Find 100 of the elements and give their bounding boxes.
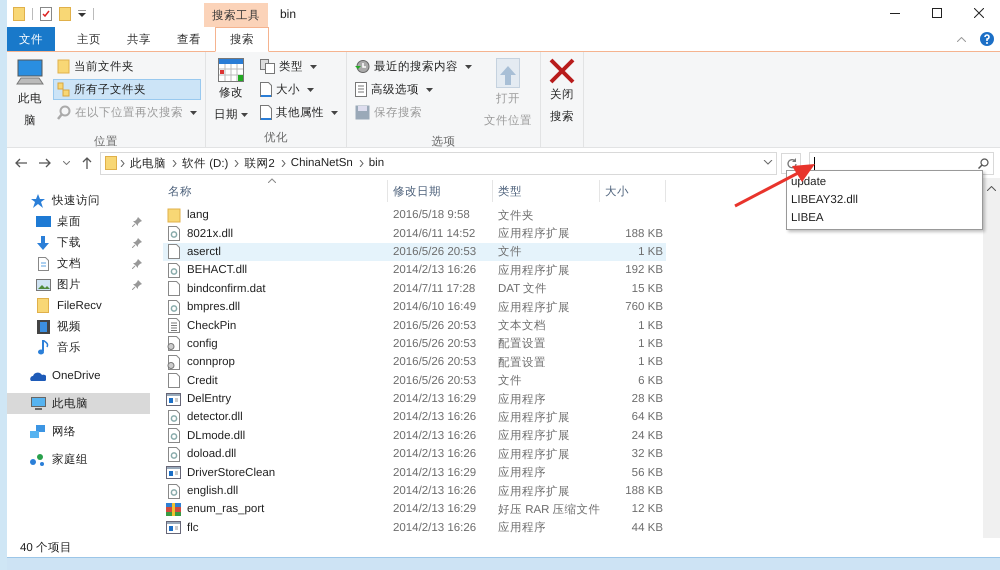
- pin-icon[interactable]: [132, 258, 142, 268]
- file-row[interactable]: BEHACT.dll 2014/2/13 16:26 应用程序扩展 192 KB: [163, 261, 666, 280]
- ribbon-button[interactable]: 修改 日期: [210, 56, 252, 130]
- file-row[interactable]: DelEntry 2014/2/13 16:29 应用程序 28 KB: [163, 390, 666, 408]
- file-row[interactable]: 8021x.dll 2014/6/11 14:52 应用程序扩展 188 KB: [163, 224, 666, 243]
- file-size: 15 KB: [632, 282, 663, 295]
- desktop-icon: [36, 216, 50, 227]
- customize-dropdown-icon[interactable]: [78, 10, 86, 17]
- file-name: DelEntry: [187, 393, 232, 406]
- ribbon-tab[interactable]: 主页: [65, 27, 113, 51]
- collapse-ribbon-icon[interactable]: [957, 36, 966, 42]
- folder-icon: [13, 6, 25, 20]
- pin-icon[interactable]: [132, 280, 142, 290]
- context-tab-label: 搜索工具: [212, 8, 260, 22]
- scrollbar[interactable]: [983, 178, 1000, 538]
- suggestion-item[interactable]: LIBEA: [787, 209, 982, 227]
- file-row[interactable]: connprop 2016/5/26 20:53 配置设置 1 KB: [163, 353, 666, 372]
- nav-item[interactable]: FileRecv: [7, 295, 150, 316]
- up-arrow-icon[interactable]: [82, 157, 92, 169]
- scroll-up-icon[interactable]: [987, 186, 996, 191]
- chevron-down-icon[interactable]: [63, 161, 70, 165]
- file-type: 应用程序扩展: [498, 264, 570, 277]
- ribbon-button[interactable]: 此电 脑: [11, 56, 49, 134]
- back-arrow-icon[interactable]: [15, 158, 27, 168]
- file-size: 28 KB: [632, 393, 663, 406]
- folders-icon: [57, 82, 70, 97]
- file-row[interactable]: flc 2014/2/13 16:26 应用程序 44 KB: [163, 518, 666, 538]
- file-row[interactable]: DLmode.dll 2014/2/13 16:26 应用程序扩展 24 KB: [163, 426, 666, 446]
- ribbon-tab[interactable]: 搜索: [215, 27, 269, 52]
- file-name: DLmode.dll: [187, 430, 246, 442]
- pin-icon[interactable]: [132, 238, 142, 248]
- file-row[interactable]: CheckPin 2016/5/26 20:53 文本文档 1 KB: [163, 316, 666, 335]
- file-row[interactable]: Credit 2016/5/26 20:53 文件 6 KB: [163, 372, 666, 390]
- gear-document-icon: [168, 484, 180, 499]
- ribbon-button[interactable]: 高级选项: [351, 79, 476, 100]
- file-size: 56 KB: [632, 466, 663, 479]
- window-title: bin: [280, 6, 296, 20]
- download-icon: [36, 236, 50, 250]
- file-row[interactable]: enum_ras_port 2014/2/13 16:29 好压 RAR 压缩文件 12 KB: [163, 500, 666, 519]
- breadcrumb[interactable]: ChinaNetSn: [288, 157, 356, 169]
- help-icon[interactable]: [980, 32, 994, 46]
- nav-item[interactable]: OneDrive: [7, 365, 150, 386]
- modified-date: 2014/2/13 16:26: [393, 448, 476, 460]
- column-header[interactable]: 修改日期: [393, 184, 441, 198]
- ribbon-tab[interactable]: 共享: [115, 27, 163, 51]
- address-bar[interactable]: 此电脑 软件 (D:) 联网2 ChinaNetSn bin: [100, 152, 777, 174]
- file-type: 应用程序扩展: [498, 448, 570, 461]
- nav-item[interactable]: 音乐: [7, 337, 150, 358]
- nav-item[interactable]: 文档: [7, 253, 150, 274]
- nav-item[interactable]: 桌面: [7, 211, 150, 232]
- ribbon-tab[interactable]: 文件: [7, 27, 55, 51]
- ribbon-button[interactable]: 其他属性: [256, 102, 342, 123]
- column-header[interactable]: 名称: [168, 184, 192, 198]
- nav-item[interactable]: 下载: [7, 232, 150, 253]
- ribbon-button[interactable]: 最近的搜索内容: [351, 56, 476, 77]
- ribbon-button[interactable]: 关闭 搜索: [545, 56, 579, 130]
- pin-icon[interactable]: [132, 216, 142, 226]
- file-row[interactable]: config 2016/5/26 20:53 配置设置 1 KB: [163, 334, 666, 354]
- maximize-icon[interactable]: [932, 8, 942, 18]
- file-row[interactable]: bindconfirm.dat 2014/7/11 17:28 DAT 文件 15 KB: [163, 280, 666, 298]
- file-type: 应用程序: [498, 522, 546, 534]
- ribbon-button[interactable]: 类型: [256, 56, 342, 77]
- file-name: connprop: [187, 356, 235, 368]
- ribbon-tab[interactable]: 查看: [165, 27, 213, 51]
- column-header[interactable]: 类型: [498, 184, 522, 198]
- forward-arrow-icon[interactable]: [39, 158, 51, 168]
- nav-item[interactable]: 网络: [7, 421, 150, 442]
- breadcrumb[interactable]: bin: [366, 157, 388, 169]
- breadcrumb[interactable]: 联网2: [241, 156, 278, 170]
- film-icon: [36, 320, 50, 334]
- file-size: 1 KB: [638, 338, 663, 350]
- file-row[interactable]: detector.dll 2014/2/13 16:26 应用程序扩展 64 KB: [163, 408, 666, 427]
- file-type: 应用程序扩展: [498, 412, 570, 424]
- file-row[interactable]: english.dll 2014/2/13 16:26 应用程序扩展 188 KB: [163, 482, 666, 500]
- nav-item[interactable]: 快速访问: [7, 190, 150, 211]
- breadcrumb[interactable]: 软件 (D:): [179, 156, 232, 170]
- file-size: 24 KB: [632, 430, 663, 442]
- document-icon: [168, 281, 180, 296]
- file-row[interactable]: doload.dll 2014/2/13 16:26 应用程序扩展 32 KB: [163, 445, 666, 464]
- file-row[interactable]: aserctl 2016/5/26 20:53 文件 1 KB: [163, 242, 666, 262]
- file-name: bindconfirm.dat: [187, 282, 266, 295]
- file-row[interactable]: DriverStoreClean 2014/2/13 16:29 应用程序 56 KB: [163, 463, 666, 482]
- column-header[interactable]: 大小: [605, 184, 629, 198]
- nav-item[interactable]: 此电脑: [7, 393, 150, 414]
- suggestion-item[interactable]: LIBEAY32.dll: [787, 191, 982, 209]
- ribbon-button[interactable]: 当前文件夹: [53, 56, 201, 77]
- file-row[interactable]: lang 2016/5/18 9:58 文件夹: [163, 206, 666, 224]
- breadcrumb[interactable]: 此电脑: [127, 156, 169, 170]
- application-icon: [166, 466, 181, 480]
- nav-item[interactable]: 视频: [7, 316, 150, 337]
- checkmark-document-icon[interactable]: [40, 6, 52, 20]
- file-type: 应用程序: [498, 467, 546, 480]
- close-icon[interactable]: [974, 8, 984, 18]
- ribbon-button[interactable]: 所有子文件夹: [53, 79, 201, 100]
- suggestion-item[interactable]: update: [787, 173, 982, 191]
- nav-item[interactable]: 图片: [7, 274, 150, 295]
- nav-item[interactable]: 家庭组: [7, 449, 150, 470]
- file-row[interactable]: bmpres.dll 2014/6/10 16:49 应用程序扩展 760 KB: [163, 298, 666, 316]
- modified-date: 2014/2/13 16:26: [393, 411, 476, 424]
- ribbon-button[interactable]: 大小: [256, 79, 342, 100]
